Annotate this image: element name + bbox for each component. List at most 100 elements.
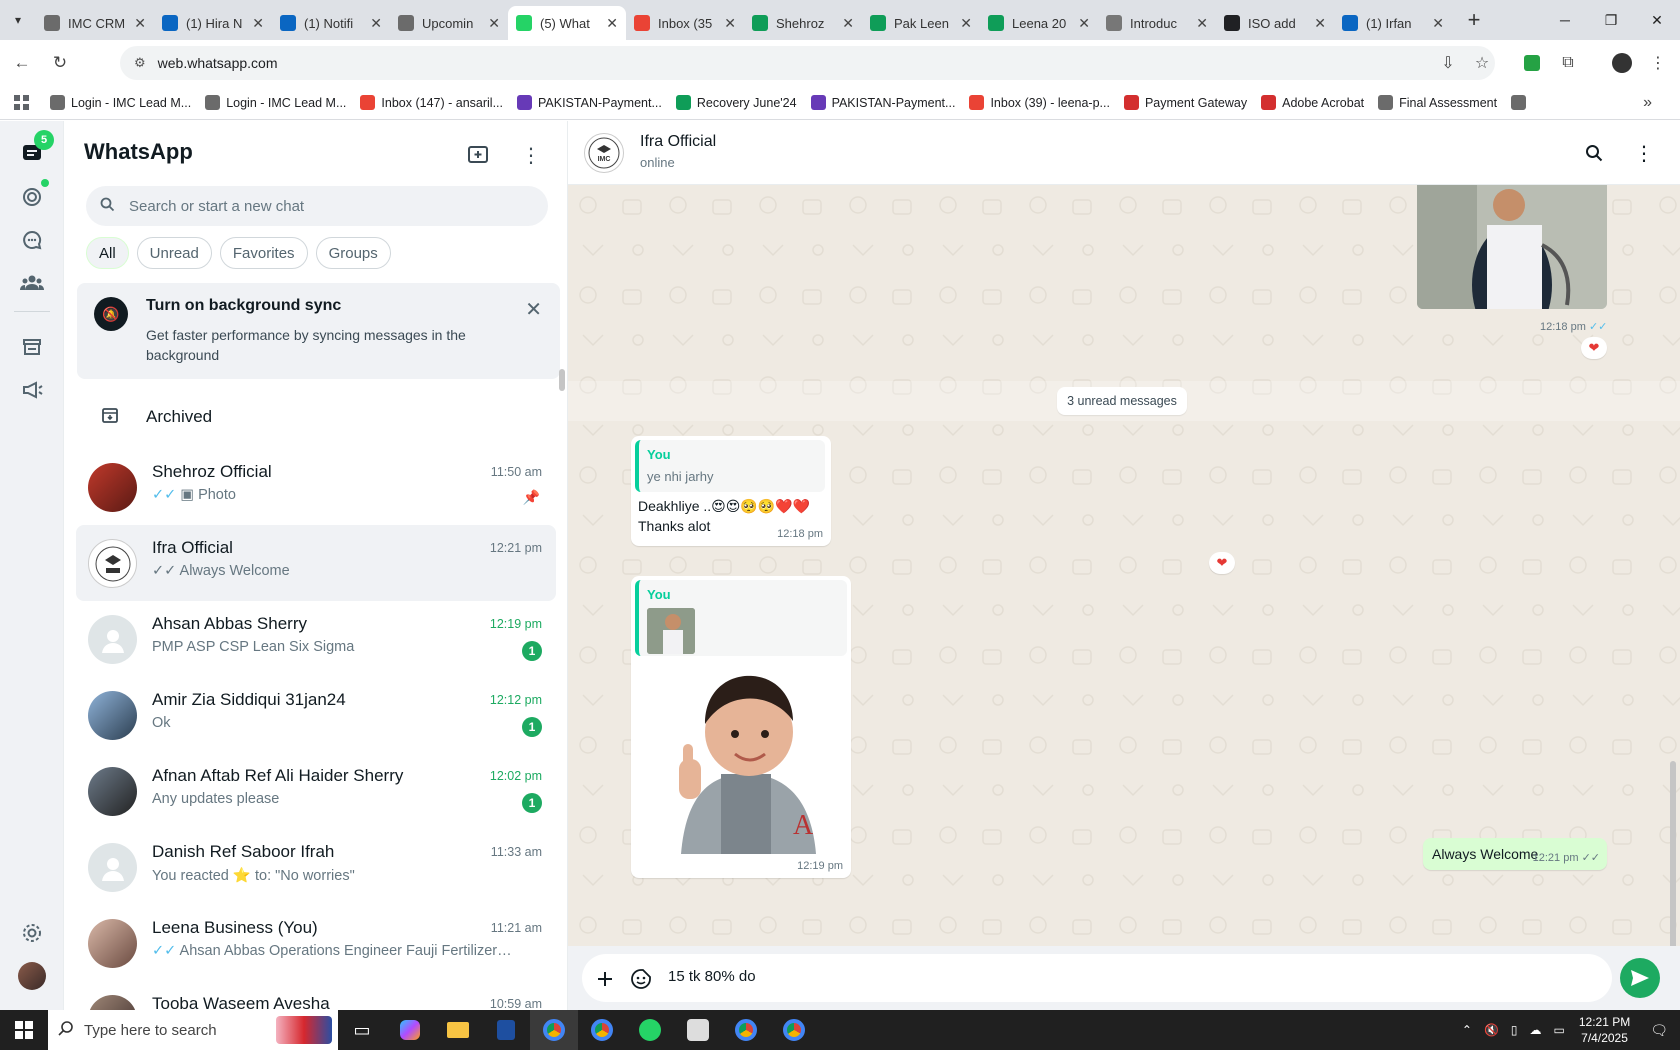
- message-input[interactable]: 15 tk 80% do: [582, 954, 1612, 1002]
- close-tab-icon[interactable]: ✕: [842, 15, 854, 32]
- quoted-image-message[interactable]: You: [635, 580, 847, 656]
- device-icon[interactable]: ▯: [1511, 1023, 1518, 1037]
- browser-tab[interactable]: Upcomin ✕: [390, 6, 508, 40]
- tray-chevron-icon[interactable]: ⌃: [1462, 1023, 1472, 1037]
- chrome-icon[interactable]: [530, 1010, 578, 1050]
- close-banner-icon[interactable]: ✕: [525, 297, 542, 322]
- install-app-icon[interactable]: ⇩: [1432, 47, 1464, 79]
- contact-avatar[interactable]: IMC: [584, 133, 624, 173]
- chrome-profile-4-icon[interactable]: [770, 1010, 818, 1050]
- profile-avatar[interactable]: [1606, 47, 1638, 79]
- tab-search-menu-icon[interactable]: ▾: [0, 0, 36, 40]
- chat-list-item[interactable]: Leena Business (You) 11:21 am ✓✓ Ahsan Abb…: [76, 905, 556, 981]
- close-tab-icon[interactable]: ✕: [724, 15, 736, 32]
- clock-app-icon[interactable]: [674, 1010, 722, 1050]
- browser-tab[interactable]: (1) Hira N ✕: [154, 6, 272, 40]
- close-tab-icon[interactable]: ✕: [488, 15, 500, 32]
- settings-gear-icon[interactable]: [16, 917, 48, 949]
- chat-list-item[interactable]: Afnan Aftab Ref Ali Haider Sherry 12:02 p…: [76, 753, 556, 829]
- bookmark-star-icon[interactable]: ☆: [1466, 47, 1498, 79]
- chat-list-item[interactable]: Ifra Official 12:21 pm ✓✓ Always Welcome: [76, 525, 556, 601]
- archived-row[interactable]: Archived: [64, 389, 568, 445]
- close-tab-icon[interactable]: ✕: [606, 15, 618, 32]
- chat-menu-icon[interactable]: ⋮: [1628, 137, 1660, 169]
- browser-tab[interactable]: ISO add ✕: [1216, 6, 1334, 40]
- chrome-profile-2-icon[interactable]: [578, 1010, 626, 1050]
- advertise-icon[interactable]: [16, 374, 48, 406]
- volume-muted-icon[interactable]: 🔇: [1484, 1023, 1499, 1037]
- heart-reaction-icon[interactable]: ❤: [1581, 337, 1607, 359]
- bookmark-item[interactable]: Final Assessment: [1378, 95, 1497, 110]
- browser-tab[interactable]: Introduc ✕: [1098, 6, 1216, 40]
- back-button[interactable]: ←: [6, 47, 38, 79]
- bookmark-extra-icon[interactable]: [1511, 95, 1532, 110]
- network-icon[interactable]: ▭: [1554, 1023, 1565, 1037]
- browser-menu-icon[interactable]: ⋮: [1642, 47, 1674, 79]
- bookmark-item[interactable]: Login - IMC Lead M...: [205, 95, 346, 110]
- heart-reaction-icon[interactable]: ❤: [1209, 552, 1235, 574]
- browser-tab[interactable]: (1) Irfan ✕: [1334, 6, 1452, 40]
- bookmark-item[interactable]: Payment Gateway: [1123, 95, 1247, 110]
- channels-icon[interactable]: [16, 224, 48, 256]
- quoted-message[interactable]: You ye nhi jarhy: [635, 440, 825, 492]
- notifications-icon[interactable]: 🗨: [1650, 1022, 1668, 1039]
- bookmark-item[interactable]: Inbox (147) - ansaril...: [360, 95, 503, 110]
- attach-plus-icon[interactable]: [592, 966, 618, 992]
- restore-button[interactable]: ❐: [1588, 0, 1634, 40]
- close-tab-icon[interactable]: ✕: [1314, 15, 1326, 32]
- business-tools-icon[interactable]: [16, 331, 48, 363]
- bookmark-item[interactable]: PAKISTAN-Payment...: [517, 95, 662, 110]
- new-tab-button[interactable]: +: [1458, 4, 1490, 36]
- browser-tab[interactable]: (1) Notifi ✕: [272, 6, 390, 40]
- chat-list-item[interactable]: Ahsan Abbas Sherry 12:19 pm PMP ASP CSP Le…: [76, 601, 556, 677]
- sync-banner-title[interactable]: Turn on background sync: [146, 297, 341, 315]
- close-tab-icon[interactable]: ✕: [1196, 15, 1208, 32]
- search-in-chat-icon[interactable]: [1578, 137, 1610, 169]
- chat-list-item[interactable]: Amir Zia Siddiqui 31jan24 12:12 pm Ok 1: [76, 677, 556, 753]
- filter-chip-all[interactable]: All: [86, 237, 129, 269]
- extensions-puzzle-icon[interactable]: ⧉: [1552, 47, 1584, 79]
- conversation-header[interactable]: IMC Ifra Official online ⋮: [568, 121, 1680, 185]
- filter-chip-unread[interactable]: Unread: [136, 237, 212, 269]
- chat-list-item[interactable]: Shehroz Official 11:50 am ✓✓ ▣ Photo 📌: [76, 449, 556, 525]
- browser-tab[interactable]: Pak Leen ✕: [862, 6, 980, 40]
- close-tab-icon[interactable]: ✕: [370, 15, 382, 32]
- address-bar[interactable]: ⚙ web.whatsapp.com: [120, 46, 1495, 80]
- minimize-button[interactable]: ─: [1542, 0, 1588, 40]
- sticker-image[interactable]: A: [661, 664, 831, 854]
- sidebar-menu-icon[interactable]: ⋮: [515, 139, 547, 171]
- browser-tab[interactable]: Leena 20 ✕: [980, 6, 1098, 40]
- browser-tab[interactable]: Shehroz ✕: [744, 6, 862, 40]
- close-tab-icon[interactable]: ✕: [1432, 15, 1444, 32]
- sticker-emoji-icon[interactable]: [628, 966, 654, 992]
- close-window-button[interactable]: ✕: [1634, 0, 1680, 40]
- close-tab-icon[interactable]: ✕: [252, 15, 264, 32]
- close-tab-icon[interactable]: ✕: [134, 15, 146, 32]
- chat-list-item[interactable]: Tooba Waseem Avesha 10:59 am: [76, 981, 556, 1010]
- outgoing-image-message[interactable]: [1417, 185, 1607, 309]
- browser-tab[interactable]: Inbox (35 ✕: [626, 6, 744, 40]
- send-button[interactable]: [1620, 958, 1660, 998]
- close-tab-icon[interactable]: ✕: [960, 15, 972, 32]
- new-chat-icon[interactable]: [463, 139, 495, 171]
- weather-icon[interactable]: ☁: [1530, 1023, 1542, 1037]
- close-tab-icon[interactable]: ✕: [1078, 15, 1090, 32]
- incoming-image-reply[interactable]: You A 12:19 pm: [631, 576, 851, 878]
- filter-chip-groups[interactable]: Groups: [315, 237, 391, 269]
- chrome-profile-3-icon[interactable]: [722, 1010, 770, 1050]
- more-bookmarks-icon[interactable]: »: [1643, 94, 1652, 112]
- start-windows-icon[interactable]: [0, 1010, 48, 1050]
- bookmark-item[interactable]: Recovery June'24: [675, 95, 797, 110]
- whatsapp-desktop-icon[interactable]: [626, 1010, 674, 1050]
- filter-chip-favorites[interactable]: Favorites: [219, 237, 308, 269]
- bookmark-item[interactable]: Login - IMC Lead M...: [50, 95, 191, 110]
- reload-button[interactable]: ↻: [44, 47, 76, 79]
- bookmark-item[interactable]: Inbox (39) - leena-p...: [969, 95, 1110, 110]
- communities-icon[interactable]: [16, 267, 48, 299]
- task-view-icon[interactable]: ▭: [338, 1010, 386, 1050]
- bookmark-item[interactable]: Adobe Acrobat: [1261, 95, 1364, 110]
- taskbar-search-box[interactable]: Type here to search: [48, 1010, 338, 1050]
- pinned-app-icon[interactable]: [482, 1010, 530, 1050]
- file-explorer-icon[interactable]: [434, 1010, 482, 1050]
- extension-whatsapp-icon[interactable]: [1516, 47, 1548, 79]
